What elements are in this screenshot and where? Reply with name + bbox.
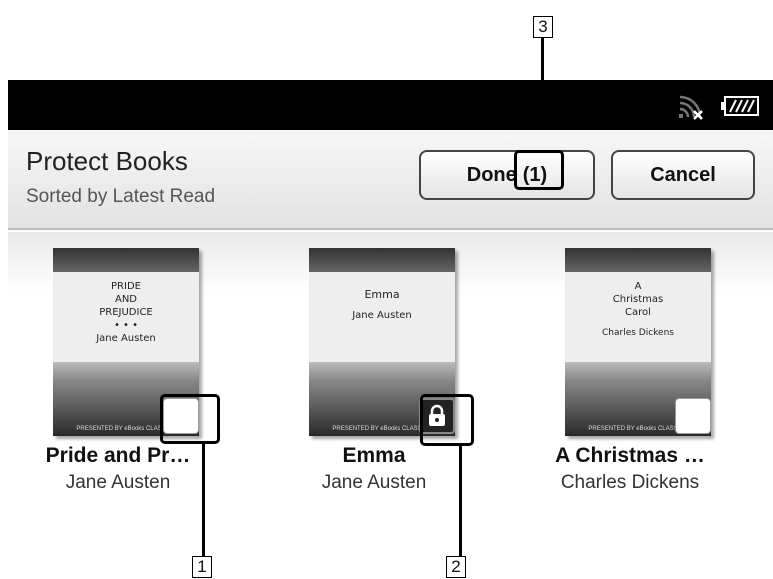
reader-screen: Protect Books Sorted by Latest Read Done…	[8, 80, 773, 512]
cover-line: • • •	[113, 320, 139, 331]
callout-2-highlight	[420, 394, 474, 446]
wireless-off-icon	[679, 95, 703, 120]
callout-2: 2	[446, 556, 466, 578]
page-title: Protect Books	[26, 146, 188, 176]
cover-text: PRIDE AND PREJUDICE • • • Jane Austen	[53, 272, 199, 362]
callout-1: 1	[192, 556, 212, 578]
cover-text: A Christmas Carol Charles Dickens	[565, 272, 711, 362]
cover-line: A	[634, 281, 642, 292]
done-label: Done	[466, 163, 517, 186]
book-title: Pride and Pr…	[45, 444, 191, 467]
cover-line: PRIDE	[111, 281, 141, 292]
cover-line: Carol	[625, 307, 651, 318]
cover-line: Christmas	[612, 294, 664, 305]
book-title: Emma	[342, 444, 406, 467]
cover-line: Emma	[364, 288, 400, 301]
cover-line: PREJUDICE	[99, 307, 153, 318]
book-author: Charles Dickens	[560, 472, 700, 493]
cover-text: Emma Jane Austen	[309, 272, 455, 362]
cover-line: Jane Austen	[96, 333, 156, 344]
callout-3: 3	[533, 16, 553, 38]
header: Protect Books Sorted by Latest Read Done…	[8, 130, 773, 230]
cover-line: Charles Dickens	[602, 328, 674, 338]
book-title: A Christmas …	[555, 444, 705, 467]
status-bar	[8, 80, 773, 130]
callout-3-highlight	[514, 150, 564, 190]
done-button[interactable]: Done (1)	[419, 150, 595, 200]
cover-line: Jane Austen	[352, 310, 412, 321]
callout-1-highlight	[160, 394, 220, 444]
book-grid: PRIDE AND PREJUDICE • • • Jane Austen PR…	[8, 232, 773, 512]
protect-checkbox[interactable]	[675, 398, 711, 434]
book-author: Jane Austen	[321, 472, 427, 493]
cover-line: AND	[114, 294, 138, 305]
battery-icon	[721, 96, 759, 116]
cancel-button[interactable]: Cancel	[611, 150, 755, 200]
sort-label: Sorted by Latest Read	[26, 186, 216, 207]
book-author: Jane Austen	[65, 472, 171, 493]
callout-2-line	[459, 446, 462, 556]
callout-1-line	[202, 444, 205, 556]
